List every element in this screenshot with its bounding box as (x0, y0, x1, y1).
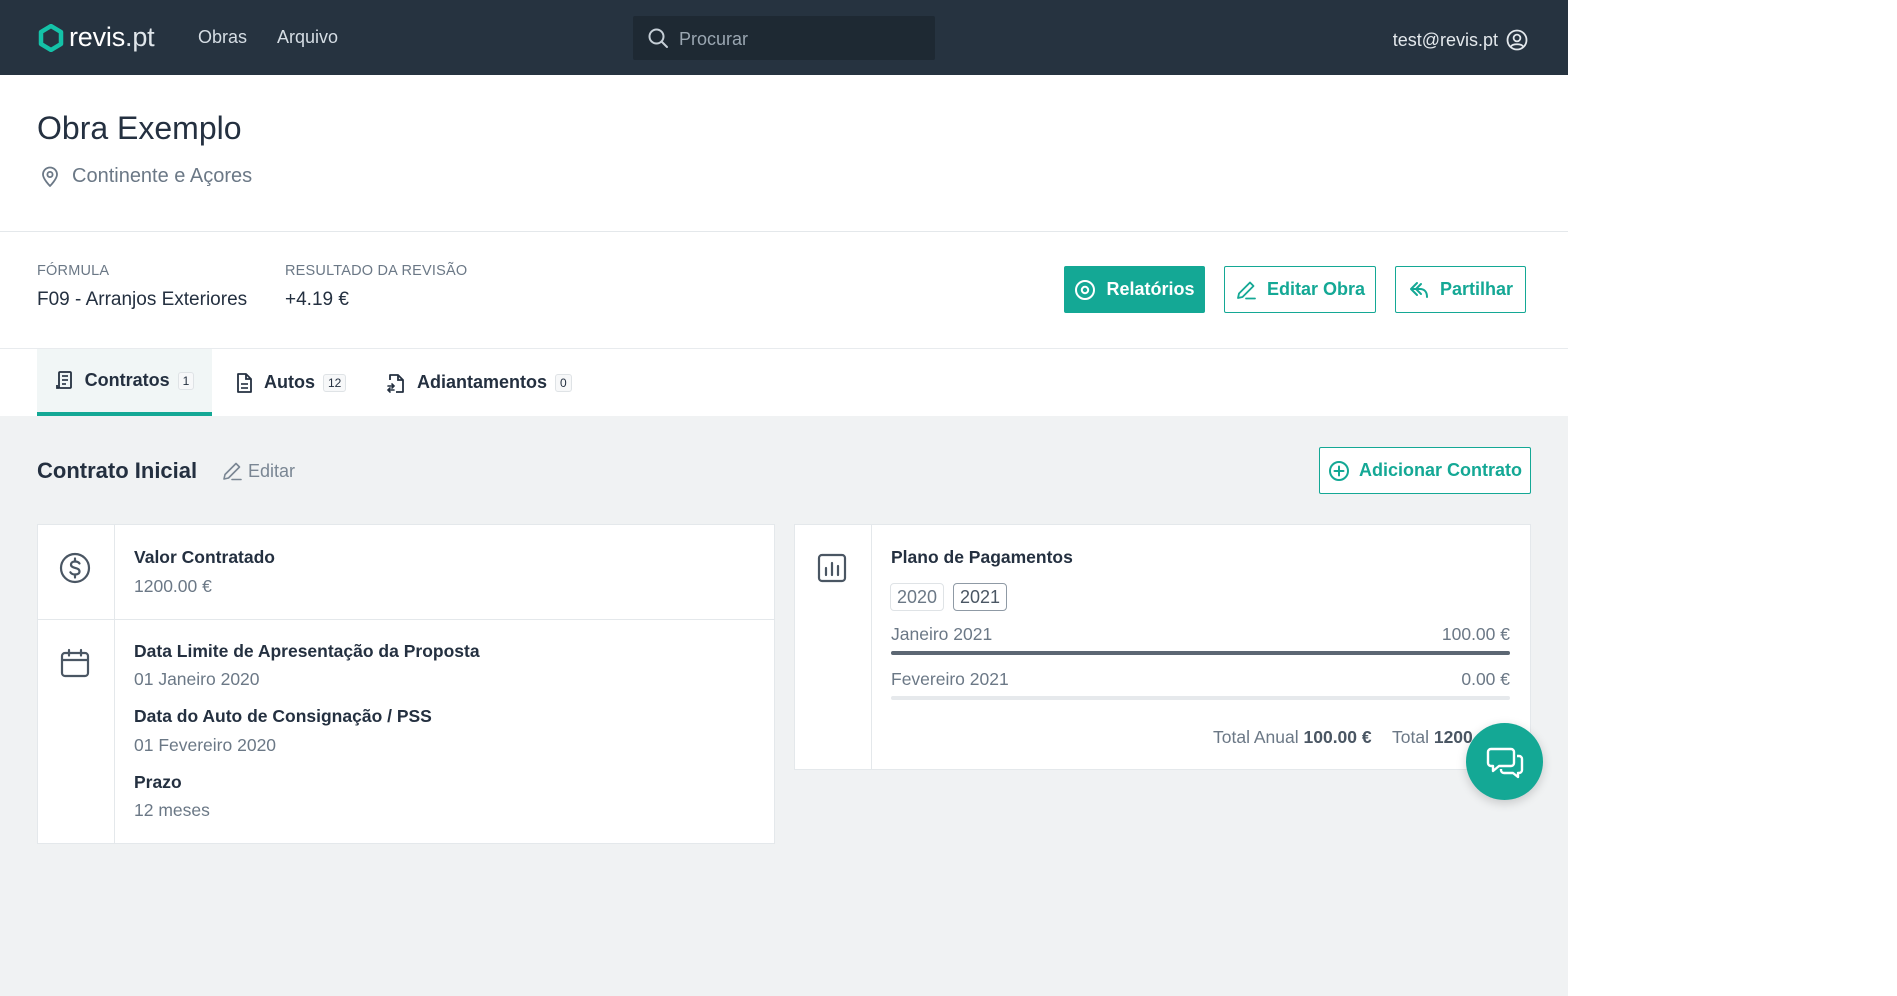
user-menu[interactable]: test@revis.pt (1393, 29, 1528, 51)
map-pin-icon (42, 166, 58, 187)
formula-value: F09 - Arranjos Exteriores (37, 289, 248, 310)
eye-circle-icon (1075, 279, 1096, 300)
search-box (633, 16, 935, 62)
app-page: revis.pt Obras Arquivo test@revis.pt Obr… (0, 0, 1568, 996)
contract-icon (55, 370, 72, 389)
data-limite-value: 01 Janeiro 2020 (134, 669, 260, 689)
tab-contratos-count: 1 (177, 371, 195, 390)
window-gutter (1568, 0, 1897, 996)
search-input[interactable] (677, 16, 921, 62)
tab-bar: Contratos 1 Autos 12 Adiantamentos 0 (0, 349, 1568, 416)
payment-month: Fevereiro 2021 (891, 669, 1009, 689)
add-contract-button[interactable]: Adicionar Contrato (1319, 447, 1531, 494)
contract-details-card: Valor Contratado 1200.00 € Data Limite d… (37, 524, 775, 844)
payment-amount: 0.00 € (1461, 669, 1510, 689)
share-button[interactable]: Partilhar (1395, 266, 1526, 313)
payment-bar-track (891, 651, 1510, 655)
valor-contratado-label: Valor Contratado (134, 547, 275, 567)
payment-amount: 100.00 € (1441, 624, 1510, 644)
year-tab-2020[interactable]: 2020 (890, 583, 945, 611)
project-location: Continente e Açores (40, 165, 252, 188)
result-value: +4.19 € (285, 289, 349, 310)
page-title: Obra Exemplo (37, 110, 242, 146)
search-icon (648, 28, 668, 48)
tab-autos-count: 12 (323, 373, 347, 392)
logo-text: revis.pt (69, 22, 155, 52)
relatorios-button[interactable]: Relatórios (1064, 266, 1205, 313)
logo[interactable]: revis.pt (38, 22, 155, 53)
data-auto-value: 01 Fevereiro 2020 (134, 735, 277, 755)
annual-total-value: 100.00 € (1303, 727, 1372, 747)
tab-contratos-label: Contratos (84, 370, 170, 390)
edit-contract-link[interactable]: Editar (221, 460, 295, 482)
user-avatar-icon (1506, 29, 1528, 51)
annual-total: Total Anual 100.00 € (1213, 727, 1372, 748)
payment-plan-title: Plano de Pagamentos (891, 547, 1073, 567)
payment-bar-fill (891, 651, 1510, 655)
document-icon (237, 372, 252, 393)
tab-contratos[interactable]: Contratos 1 (37, 349, 212, 416)
formula-label: FÓRMULA (37, 263, 110, 279)
share-label: Partilhar (1439, 279, 1514, 299)
grand-total-label: Total (1392, 727, 1429, 747)
tab-autos-label: Autos (264, 372, 315, 392)
grand-total: Total 1200 (1392, 727, 1473, 748)
dollar-circle-icon (59, 552, 91, 584)
project-header: Obra Exemplo Continente e Açores (0, 75, 1568, 232)
share-reply-icon (1409, 281, 1428, 298)
tab-autos[interactable]: Autos 12 (234, 349, 347, 416)
tab-adiantamentos-label: Adiantamentos (417, 372, 548, 392)
nav-link-obras[interactable]: Obras (198, 27, 247, 48)
file-exchange-icon (386, 373, 404, 393)
chat-button[interactable] (1466, 723, 1543, 800)
user-email: test@revis.pt (1392, 29, 1498, 50)
tab-adiantamentos-count: 0 (555, 373, 572, 392)
data-limite-label: Data Limite de Apresentação da Proposta (134, 641, 480, 661)
pencil-icon (1237, 281, 1256, 299)
bar-chart-icon (817, 553, 847, 583)
prazo-label: Prazo (134, 772, 182, 792)
annual-total-label: Total Anual (1213, 727, 1299, 747)
row-divider (38, 619, 774, 620)
add-contract-label: Adicionar Contrato (1358, 460, 1522, 480)
edit-contract-label: Editar (248, 460, 296, 481)
chat-bubbles-icon (1486, 747, 1523, 778)
payment-plan-card: Plano de Pagamentos 2020 2021 Janeiro 20… (794, 524, 1531, 770)
payment-month: Janeiro 2021 (891, 624, 993, 644)
valor-contratado-value: 1200.00 € (134, 576, 212, 596)
calendar-icon (60, 648, 90, 678)
tab-adiantamentos[interactable]: Adiantamentos 0 (385, 349, 572, 416)
payment-bar-track (891, 696, 1510, 700)
data-auto-label: Data do Auto de Consignação / PSS (134, 706, 432, 726)
edit-project-label: Editar Obra (1266, 279, 1366, 299)
top-navbar: revis.pt Obras Arquivo test@revis.pt (0, 0, 1568, 75)
nav-link-arquivo[interactable]: Arquivo (277, 27, 338, 48)
location-text: Continente e Açores (72, 165, 253, 187)
year-tab-2021[interactable]: 2021 (953, 583, 1008, 611)
edit-project-button[interactable]: Editar Obra (1224, 266, 1376, 313)
pencil-icon (223, 462, 242, 481)
hexagon-logo-icon (38, 23, 64, 52)
plus-circle-icon (1328, 460, 1349, 481)
info-bar: FÓRMULA F09 - Arranjos Exteriores RESULT… (0, 232, 1568, 349)
result-label: RESULTADO DA REVISÃO (285, 263, 468, 279)
prazo-value: 12 meses (134, 800, 210, 820)
grand-total-value: 1200 (1433, 727, 1473, 747)
relatorios-label: Relatórios (1106, 279, 1195, 299)
section-title: Contrato Inicial (37, 458, 198, 483)
